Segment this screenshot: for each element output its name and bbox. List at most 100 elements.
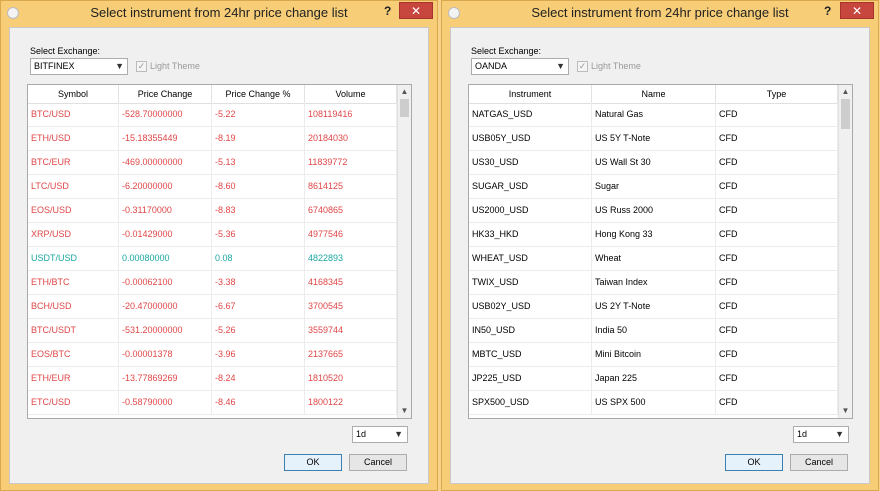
- dialog-oanda: Select instrument from 24hr price change…: [441, 0, 879, 491]
- table-cell: HK33_HKD: [469, 223, 592, 247]
- table-cell: CFD: [716, 271, 838, 295]
- table-cell: CFD: [716, 127, 838, 151]
- table-row[interactable]: ETH/BTC -0.00062100 -3.38 4168345: [28, 271, 397, 295]
- title-bar[interactable]: Select instrument from 24hr price change…: [1, 1, 437, 27]
- table-cell: CFD: [716, 247, 838, 271]
- ok-button[interactable]: OK: [284, 454, 342, 471]
- chevron-down-icon: ▼: [556, 61, 565, 71]
- table-cell: SUGAR_USD: [469, 175, 592, 199]
- help-icon[interactable]: ?: [384, 4, 391, 18]
- light-theme-checkbox[interactable]: ✓: [136, 61, 147, 72]
- table-cell: CFD: [716, 295, 838, 319]
- table-row[interactable]: LTC/USD -6.20000000 -8.60 8614125: [28, 175, 397, 199]
- table-row[interactable]: SPX500_USD US SPX 500 CFD: [469, 391, 838, 415]
- vertical-scrollbar[interactable]: ▲ ▼: [397, 85, 411, 418]
- table-cell: CFD: [716, 319, 838, 343]
- title-bar[interactable]: Select instrument from 24hr price change…: [442, 1, 878, 27]
- table-row[interactable]: ETH/EUR -13.77869269 -8.24 1810520: [28, 367, 397, 391]
- table-cell: CFD: [716, 103, 838, 127]
- table-cell: -0.01429000: [119, 223, 212, 247]
- table-cell: USB02Y_USD: [469, 295, 592, 319]
- table-row[interactable]: BCH/USD -20.47000000 -6.67 3700545: [28, 295, 397, 319]
- cancel-button[interactable]: Cancel: [790, 454, 848, 471]
- table-cell: BTC/EUR: [28, 151, 119, 175]
- table-cell: 0.00080000: [119, 247, 212, 271]
- table-row[interactable]: HK33_HKD Hong Kong 33 CFD: [469, 223, 838, 247]
- light-theme-label: Light Theme: [591, 61, 641, 71]
- table-cell: CFD: [716, 175, 838, 199]
- table-row[interactable]: USB05Y_USD US 5Y T-Note CFD: [469, 127, 838, 151]
- table-row[interactable]: XRP/USD -0.01429000 -5.36 4977546: [28, 223, 397, 247]
- period-select[interactable]: 1d ▼: [793, 426, 849, 443]
- column-header-name[interactable]: Name: [592, 85, 716, 103]
- table-cell: SPX500_USD: [469, 391, 592, 415]
- table-row[interactable]: USB02Y_USD US 2Y T-Note CFD: [469, 295, 838, 319]
- table-cell: WHEAT_USD: [469, 247, 592, 271]
- table-row[interactable]: ETC/USD -0.58790000 -8.46 1800122: [28, 391, 397, 415]
- table-row[interactable]: JP225_USD Japan 225 CFD: [469, 367, 838, 391]
- table-row[interactable]: US30_USD US Wall St 30 CFD: [469, 151, 838, 175]
- table-cell: Natural Gas: [592, 103, 716, 127]
- table-cell: -8.46: [212, 391, 305, 415]
- scroll-thumb[interactable]: [841, 99, 850, 129]
- table-row[interactable]: IN50_USD India 50 CFD: [469, 319, 838, 343]
- exchange-value: BITFINEX: [34, 61, 75, 71]
- exchange-select[interactable]: BITFINEX ▼: [30, 58, 128, 75]
- table-row[interactable]: EOS/USD -0.31170000 -8.83 6740865: [28, 199, 397, 223]
- table-row[interactable]: SUGAR_USD Sugar CFD: [469, 175, 838, 199]
- vertical-scrollbar[interactable]: ▲ ▼: [838, 85, 852, 418]
- table-row[interactable]: NATGAS_USD Natural Gas CFD: [469, 103, 838, 127]
- table-cell: -3.96: [212, 343, 305, 367]
- period-select[interactable]: 1d ▼: [352, 426, 408, 443]
- table-cell: Wheat: [592, 247, 716, 271]
- table-row[interactable]: USDT/USD 0.00080000 0.08 4822893: [28, 247, 397, 271]
- table-row[interactable]: MBTC_USD Mini Bitcoin CFD: [469, 343, 838, 367]
- column-header-type[interactable]: Type: [716, 85, 838, 103]
- column-header-symbol[interactable]: Symbol: [28, 85, 119, 103]
- table-cell: Sugar: [592, 175, 716, 199]
- close-button[interactable]: ✕: [399, 2, 433, 19]
- table-row[interactable]: US2000_USD US Russ 2000 CFD: [469, 199, 838, 223]
- column-header-volume[interactable]: Volume: [305, 85, 397, 103]
- scroll-up-icon[interactable]: ▲: [398, 85, 411, 99]
- table-cell: JP225_USD: [469, 367, 592, 391]
- table-cell: ETH/USD: [28, 127, 119, 151]
- cancel-button[interactable]: Cancel: [349, 454, 407, 471]
- light-theme-checkbox[interactable]: ✓: [577, 61, 588, 72]
- scroll-up-icon[interactable]: ▲: [839, 85, 852, 99]
- scroll-down-icon[interactable]: ▼: [398, 404, 411, 418]
- table-cell: CFD: [716, 223, 838, 247]
- column-header-price-change[interactable]: Price Change: [119, 85, 212, 103]
- table-cell: -5.36: [212, 223, 305, 247]
- table-cell: CFD: [716, 391, 838, 415]
- help-icon[interactable]: ?: [824, 4, 831, 18]
- table-row[interactable]: EOS/BTC -0.00001378 -3.96 2137665: [28, 343, 397, 367]
- table-row[interactable]: BTC/USDT -531.20000000 -5.26 3559744: [28, 319, 397, 343]
- exchange-select[interactable]: OANDA ▼: [471, 58, 569, 75]
- table-cell: 2137665: [305, 343, 397, 367]
- table-cell: US Wall St 30: [592, 151, 716, 175]
- table-cell: -5.26: [212, 319, 305, 343]
- ok-button[interactable]: OK: [725, 454, 783, 471]
- table-cell: -528.70000000: [119, 103, 212, 127]
- table-cell: -8.60: [212, 175, 305, 199]
- chevron-down-icon: ▼: [115, 61, 124, 71]
- table-row[interactable]: TWIX_USD Taiwan Index CFD: [469, 271, 838, 295]
- close-button[interactable]: ✕: [840, 2, 874, 19]
- table-row[interactable]: ETH/USD -15.18355449 -8.19 20184030: [28, 127, 397, 151]
- table-cell: 108119416: [305, 103, 397, 127]
- column-header-price-change-pct[interactable]: Price Change %: [212, 85, 305, 103]
- table-row[interactable]: BTC/EUR -469.00000000 -5.13 11839772: [28, 151, 397, 175]
- table-row[interactable]: WHEAT_USD Wheat CFD: [469, 247, 838, 271]
- table-cell: -13.77869269: [119, 367, 212, 391]
- table-cell: -531.20000000: [119, 319, 212, 343]
- scroll-down-icon[interactable]: ▼: [839, 404, 852, 418]
- scroll-thumb[interactable]: [400, 99, 409, 117]
- table-cell: NATGAS_USD: [469, 103, 592, 127]
- table-cell: IN50_USD: [469, 319, 592, 343]
- table-cell: -469.00000000: [119, 151, 212, 175]
- column-header-instrument[interactable]: Instrument: [469, 85, 592, 103]
- table-cell: -6.67: [212, 295, 305, 319]
- table-row[interactable]: BTC/USD -528.70000000 -5.22 108119416: [28, 103, 397, 127]
- table-cell: Hong Kong 33: [592, 223, 716, 247]
